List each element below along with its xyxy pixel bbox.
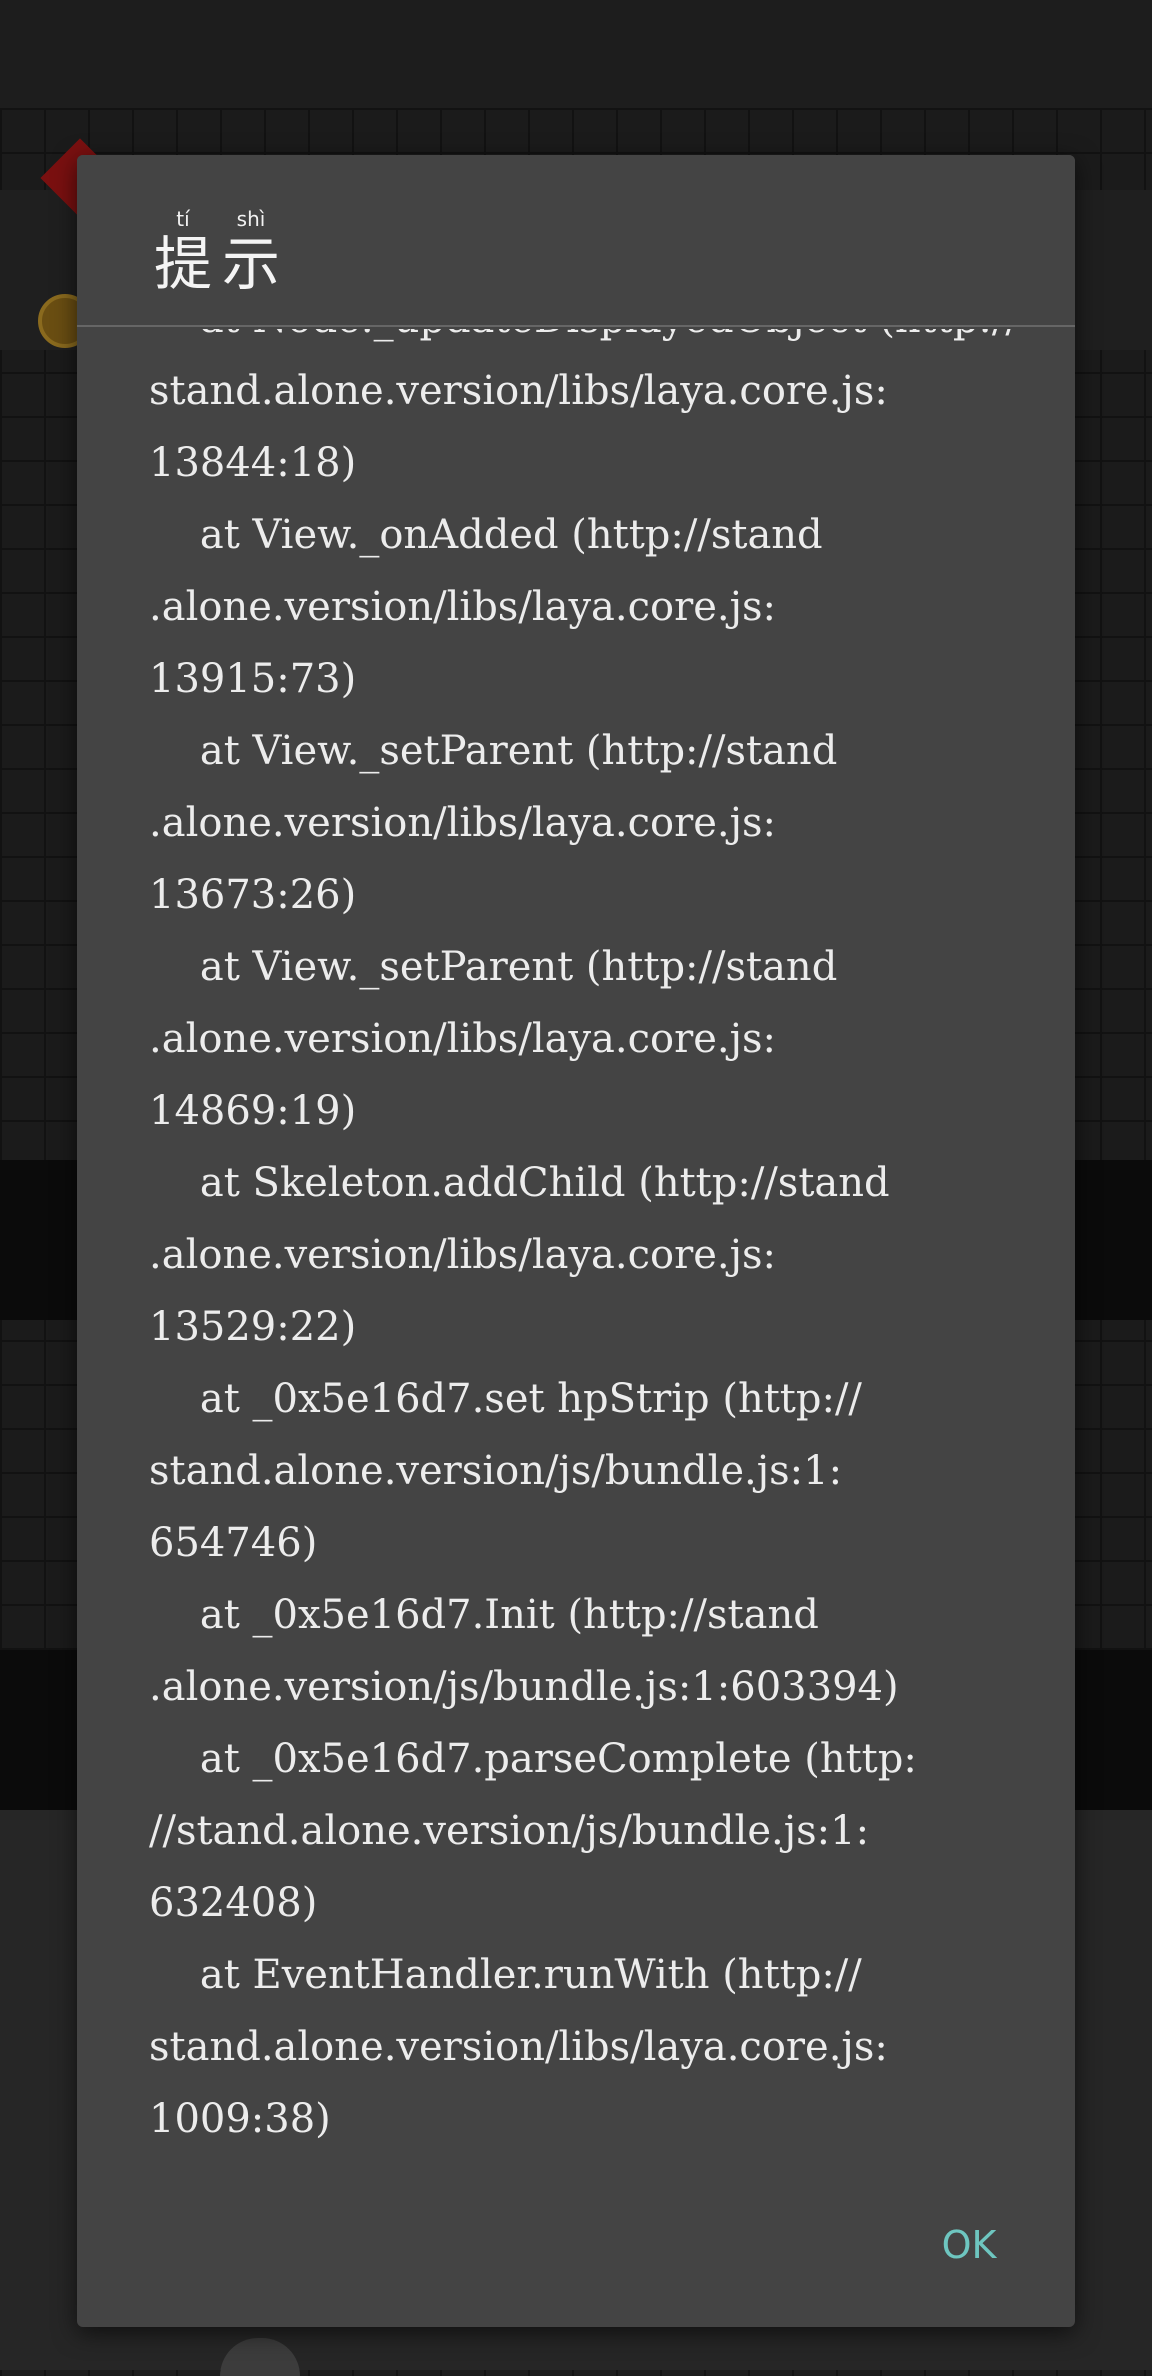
title-glyph: 提 (153, 230, 212, 298)
dialog-message-scroll[interactable]: at Node._updateDisplayedObject (http:// … (77, 329, 1075, 2289)
ok-button[interactable]: OK (909, 2207, 1029, 2283)
status-bar (0, 0, 1152, 108)
dialog-header: tí 提 shì 示 (77, 155, 1075, 327)
title-char: shì 示 (219, 207, 283, 297)
error-stack-trace: at Node._updateDisplayedObject (http:// … (149, 329, 1019, 2142)
dialog-title: tí 提 shì 示 (151, 207, 283, 297)
title-pinyin: tí (176, 207, 190, 231)
alert-dialog: tí 提 shì 示 at Node._updateDisplayedObjec… (77, 155, 1075, 2327)
title-glyph: 示 (221, 230, 280, 298)
title-char: tí 提 (151, 207, 215, 297)
title-pinyin: shì (236, 207, 266, 231)
